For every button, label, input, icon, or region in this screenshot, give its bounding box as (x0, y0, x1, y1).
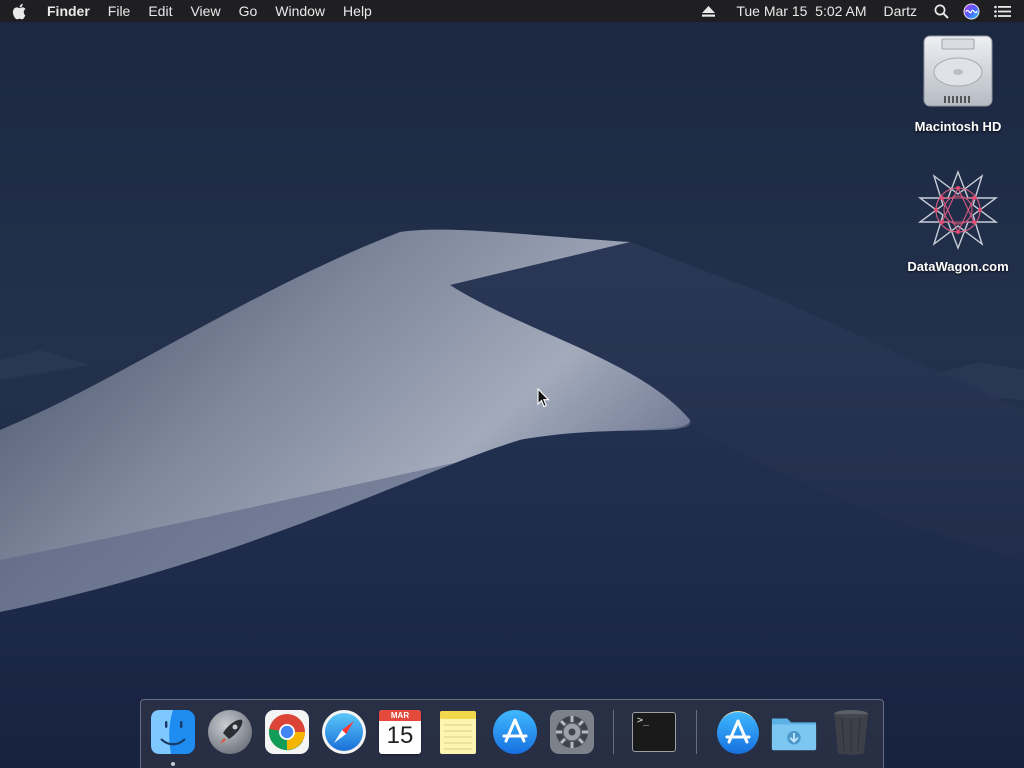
calendar-day: 15 (386, 722, 414, 749)
dock-item-downloads[interactable] (770, 708, 818, 756)
menu-bar: Finder File Edit View Go Window Help Tue… (0, 0, 1024, 22)
safari-icon (322, 710, 366, 754)
menu-help[interactable]: Help (334, 0, 381, 22)
eject-icon[interactable] (695, 5, 729, 17)
apple-icon[interactable] (0, 0, 38, 22)
chrome-icon (265, 710, 309, 754)
dock-separator (613, 710, 614, 754)
dock-item-trash[interactable] (827, 708, 875, 756)
menu-edit[interactable]: Edit (139, 0, 181, 22)
menu-view[interactable]: View (181, 0, 229, 22)
notification-center-icon[interactable] (987, 5, 1018, 18)
trash-icon (834, 710, 868, 755)
menu-app-finder[interactable]: Finder (38, 0, 99, 22)
gear-icon (550, 710, 594, 754)
dock-item-system-preferences[interactable] (548, 708, 596, 756)
dock: MAR 15 >_ (140, 699, 884, 768)
menu-window[interactable]: Window (266, 0, 334, 22)
launchpad-icon (208, 710, 252, 754)
notes-icon (440, 711, 476, 754)
dock-item-finder[interactable] (149, 708, 197, 756)
calendar-month: MAR (379, 710, 421, 721)
dock-item-terminal[interactable]: >_ (630, 708, 678, 756)
menu-go[interactable]: Go (230, 0, 267, 22)
terminal-prompt: >_ (637, 715, 650, 726)
applications-stack-icon (717, 711, 759, 754)
calendar-icon: MAR 15 (379, 710, 421, 754)
network-volume-icon (916, 168, 1000, 257)
desktop-icon-label: DataWagon.com (907, 259, 1009, 274)
spotlight-search-icon[interactable] (924, 4, 956, 19)
running-indicator (171, 762, 175, 766)
desktop-icon-label: Macintosh HD (914, 119, 1002, 134)
dock-item-calendar[interactable]: MAR 15 (376, 708, 424, 756)
dock-item-safari[interactable] (320, 708, 368, 756)
menu-file[interactable]: File (99, 0, 140, 22)
terminal-icon: >_ (632, 712, 676, 752)
dock-item-chrome[interactable] (263, 708, 311, 756)
clock[interactable]: Tue Mar 15 5:02 AM (729, 0, 873, 22)
desktop-icon-datawagon[interactable]: DataWagon.com (903, 168, 1013, 274)
downloads-folder-icon (771, 718, 817, 751)
app-store-icon (493, 710, 537, 754)
dock-item-launchpad[interactable] (206, 708, 254, 756)
desktop-wallpaper (0, 0, 1024, 768)
user-menu[interactable]: Dartz (874, 0, 924, 22)
dock-separator (696, 710, 697, 754)
desktop-icon-macintosh-hd[interactable]: Macintosh HD (903, 32, 1013, 134)
hard-drive-icon (920, 32, 996, 113)
dock-item-app-store[interactable] (491, 708, 539, 756)
dock-item-applications[interactable] (714, 708, 762, 756)
dock-item-notes[interactable] (434, 708, 482, 756)
siri-icon[interactable] (956, 3, 987, 20)
mouse-cursor-icon (537, 387, 551, 413)
finder-icon (151, 710, 195, 754)
